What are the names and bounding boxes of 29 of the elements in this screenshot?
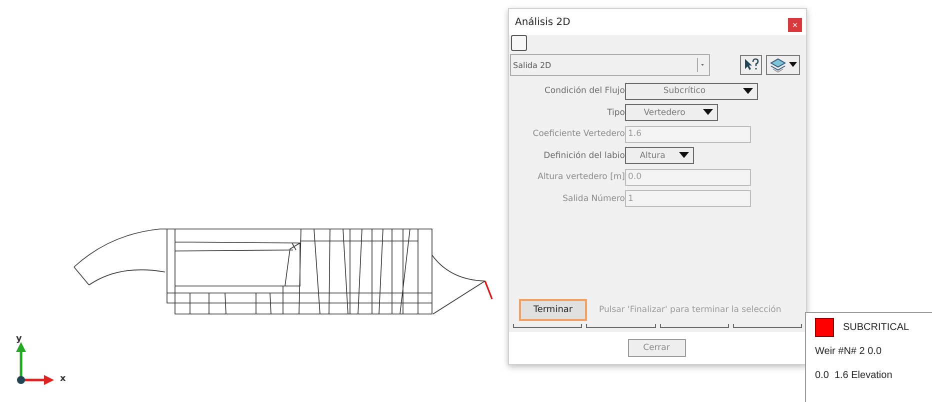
dropdown-field[interactable]: Subcrítico — [625, 82, 758, 100]
axis-label: x — [60, 374, 66, 384]
selector-dropdown[interactable]: Salida 2D — [510, 54, 710, 76]
caret-icon — [679, 152, 689, 160]
field-label: Coeficiente Vertedero — [532, 129, 625, 140]
field-label: Salida Número — [562, 194, 625, 204]
caret-icon — [703, 109, 713, 116]
field-label: Altura vertedero [m] — [536, 172, 625, 182]
axis-label: y — [16, 334, 22, 344]
help-pointer-icon — [743, 58, 759, 72]
hint-text: Pulsar 'Finalizar' para terminar la selección — [599, 305, 782, 315]
dropdown-field[interactable]: Altura — [625, 147, 694, 164]
dropdown-field[interactable]: Vertedero — [625, 104, 718, 122]
legend-text: Weir #N# 2 0.0 — [815, 346, 882, 357]
caret-icon — [789, 62, 797, 68]
field-label: Definición del labio — [542, 150, 625, 161]
toolbar-button[interactable] — [511, 35, 527, 51]
field-label: Tipo — [606, 108, 625, 118]
caret-icon — [743, 88, 753, 94]
layers-icon — [769, 57, 787, 73]
finish-button[interactable]: Terminar — [519, 299, 587, 321]
field-label: Condición del Flujo — [544, 86, 625, 96]
window-title: Análisis 2D — [515, 16, 570, 28]
layers-menu-button[interactable] — [766, 55, 800, 75]
close-dialog-button[interactable]: Cerrar — [628, 339, 686, 357]
legend-text: 0.0 1.6 Elevation — [815, 370, 892, 381]
help-pointer-button[interactable] — [740, 55, 762, 75]
legend-text: SUBCRITICAL — [843, 322, 910, 333]
close-button[interactable]: × — [788, 18, 802, 32]
